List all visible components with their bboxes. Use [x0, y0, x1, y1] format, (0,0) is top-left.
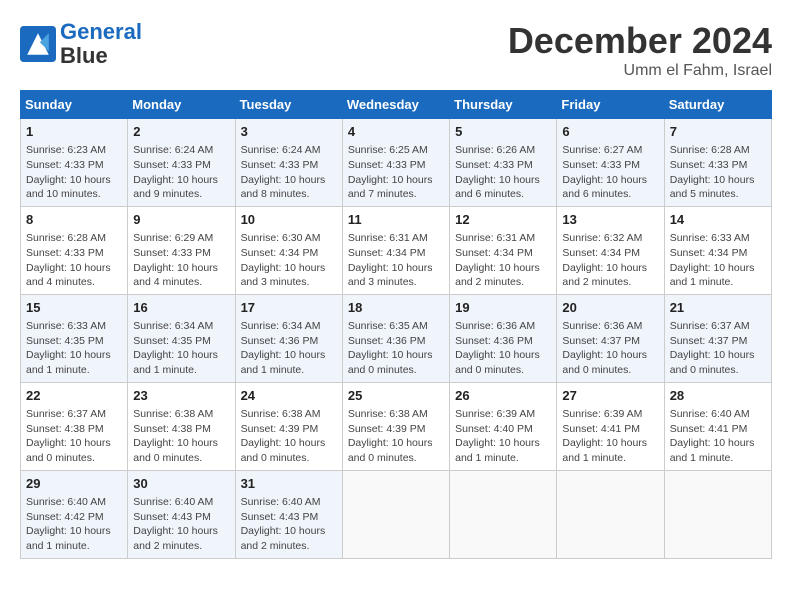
logo-icon [20, 26, 56, 62]
day-22: 22 Sunrise: 6:37 AMSunset: 4:38 PMDaylig… [21, 382, 128, 470]
header-tuesday: Tuesday [235, 91, 342, 119]
day-16: 16 Sunrise: 6:34 AMSunset: 4:35 PMDaylig… [128, 294, 235, 382]
week-row-4: 22 Sunrise: 6:37 AMSunset: 4:38 PMDaylig… [21, 382, 772, 470]
day-17: 17 Sunrise: 6:34 AMSunset: 4:36 PMDaylig… [235, 294, 342, 382]
day-24: 24 Sunrise: 6:38 AMSunset: 4:39 PMDaylig… [235, 382, 342, 470]
week-row-2: 8 Sunrise: 6:28 AMSunset: 4:33 PMDayligh… [21, 206, 772, 294]
empty-cell-4 [664, 470, 771, 558]
day-23: 23 Sunrise: 6:38 AMSunset: 4:38 PMDaylig… [128, 382, 235, 470]
day-10: 10 Sunrise: 6:30 AMSunset: 4:34 PMDaylig… [235, 206, 342, 294]
day-8: 8 Sunrise: 6:28 AMSunset: 4:33 PMDayligh… [21, 206, 128, 294]
day-18: 18 Sunrise: 6:35 AMSunset: 4:36 PMDaylig… [342, 294, 449, 382]
day-6: 6 Sunrise: 6:27 AMSunset: 4:33 PMDayligh… [557, 119, 664, 207]
empty-cell-1 [342, 470, 449, 558]
calendar-header-row: Sunday Monday Tuesday Wednesday Thursday… [21, 91, 772, 119]
day-3: 3 Sunrise: 6:24 AMSunset: 4:33 PMDayligh… [235, 119, 342, 207]
header-saturday: Saturday [664, 91, 771, 119]
location-title: Umm el Fahm, Israel [508, 62, 772, 80]
header-sunday: Sunday [21, 91, 128, 119]
header-thursday: Thursday [450, 91, 557, 119]
logo-text: GeneralBlue [60, 20, 142, 68]
day-5: 5 Sunrise: 6:26 AMSunset: 4:33 PMDayligh… [450, 119, 557, 207]
week-row-3: 15 Sunrise: 6:33 AMSunset: 4:35 PMDaylig… [21, 294, 772, 382]
day-12: 12 Sunrise: 6:31 AMSunset: 4:34 PMDaylig… [450, 206, 557, 294]
header-monday: Monday [128, 91, 235, 119]
day-25: 25 Sunrise: 6:38 AMSunset: 4:39 PMDaylig… [342, 382, 449, 470]
day-29: 29 Sunrise: 6:40 AMSunset: 4:42 PMDaylig… [21, 470, 128, 558]
day-4: 4 Sunrise: 6:25 AMSunset: 4:33 PMDayligh… [342, 119, 449, 207]
day-19: 19 Sunrise: 6:36 AMSunset: 4:36 PMDaylig… [450, 294, 557, 382]
day-2: 2 Sunrise: 6:24 AMSunset: 4:33 PMDayligh… [128, 119, 235, 207]
empty-cell-2 [450, 470, 557, 558]
day-26: 26 Sunrise: 6:39 AMSunset: 4:40 PMDaylig… [450, 382, 557, 470]
day-11: 11 Sunrise: 6:31 AMSunset: 4:34 PMDaylig… [342, 206, 449, 294]
day-28: 28 Sunrise: 6:40 AMSunset: 4:41 PMDaylig… [664, 382, 771, 470]
header-wednesday: Wednesday [342, 91, 449, 119]
day-13: 13 Sunrise: 6:32 AMSunset: 4:34 PMDaylig… [557, 206, 664, 294]
day-30: 30 Sunrise: 6:40 AMSunset: 4:43 PMDaylig… [128, 470, 235, 558]
title-section: December 2024 Umm el Fahm, Israel [508, 20, 772, 80]
day-20: 20 Sunrise: 6:36 AMSunset: 4:37 PMDaylig… [557, 294, 664, 382]
day-27: 27 Sunrise: 6:39 AMSunset: 4:41 PMDaylig… [557, 382, 664, 470]
header-friday: Friday [557, 91, 664, 119]
page-header: GeneralBlue December 2024 Umm el Fahm, I… [20, 20, 772, 80]
logo: GeneralBlue [20, 20, 142, 68]
day-9: 9 Sunrise: 6:29 AMSunset: 4:33 PMDayligh… [128, 206, 235, 294]
week-row-5: 29 Sunrise: 6:40 AMSunset: 4:42 PMDaylig… [21, 470, 772, 558]
month-title: December 2024 [508, 20, 772, 62]
day-15: 15 Sunrise: 6:33 AMSunset: 4:35 PMDaylig… [21, 294, 128, 382]
day-1: 1 Sunrise: 6:23 AMSunset: 4:33 PMDayligh… [21, 119, 128, 207]
day-21: 21 Sunrise: 6:37 AMSunset: 4:37 PMDaylig… [664, 294, 771, 382]
calendar-table: Sunday Monday Tuesday Wednesday Thursday… [20, 90, 772, 559]
day-14: 14 Sunrise: 6:33 AMSunset: 4:34 PMDaylig… [664, 206, 771, 294]
empty-cell-3 [557, 470, 664, 558]
day-7: 7 Sunrise: 6:28 AMSunset: 4:33 PMDayligh… [664, 119, 771, 207]
week-row-1: 1 Sunrise: 6:23 AMSunset: 4:33 PMDayligh… [21, 119, 772, 207]
day-31: 31 Sunrise: 6:40 AMSunset: 4:43 PMDaylig… [235, 470, 342, 558]
